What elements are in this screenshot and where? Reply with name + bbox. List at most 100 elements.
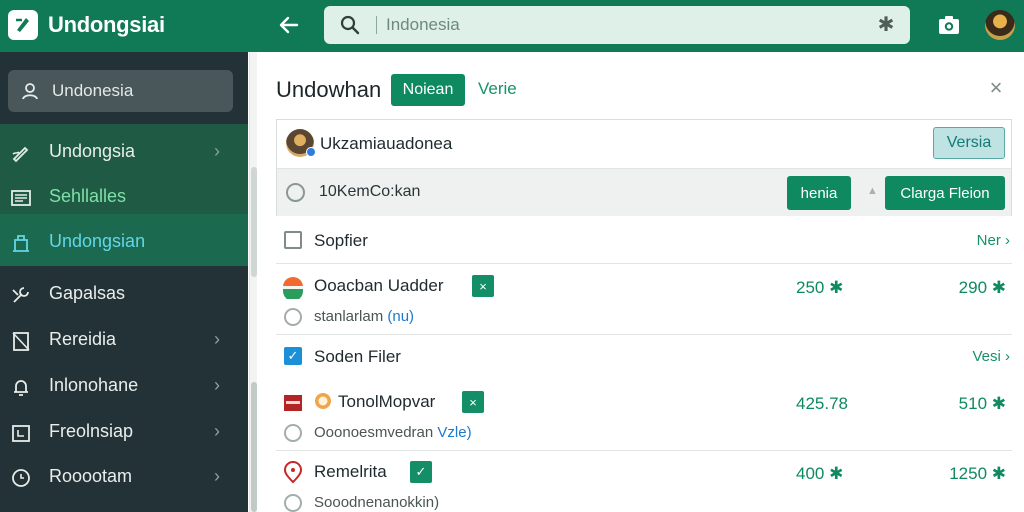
sidebar-item-label: Gapalsas <box>49 283 126 303</box>
section-label: Soden Filer <box>314 347 401 366</box>
item-tag[interactable]: × <box>472 275 494 297</box>
sidebar-item-rereidia[interactable]: Rereidia › <box>0 320 248 360</box>
item-subtitle: Ooonoesmvedran Vzle) <box>314 424 472 441</box>
chevron-up-icon: ▲ <box>867 185 878 197</box>
flag-icon <box>283 277 303 299</box>
app-title: Undongsiai <box>48 12 165 37</box>
sidebar-item-label: Sehllalles <box>49 186 127 206</box>
tab-noiean[interactable]: Noiean <box>391 74 465 106</box>
henia-button[interactable]: henia <box>787 176 851 210</box>
sidebar-item-rooootam[interactable]: Rooootam › <box>0 457 248 497</box>
item-tag[interactable]: ✓ <box>410 461 432 483</box>
sidebar-item-undongsian[interactable]: Undongsian <box>0 222 248 262</box>
versia-button[interactable]: Versia <box>933 127 1005 159</box>
sidebar-search[interactable]: Undonesia <box>8 70 233 112</box>
chevron-right-icon: › <box>214 375 220 395</box>
list-item[interactable]: Remelrita ✓ Sooodnenanokkin) 400 ✱ 1250 … <box>276 452 1012 512</box>
clock-icon <box>12 469 30 487</box>
item-tag[interactable]: × <box>462 391 484 413</box>
item-status-icon <box>284 424 302 442</box>
divider <box>276 450 1012 451</box>
sidebar-item-sehllalles[interactable]: Sehllalles <box>0 177 248 217</box>
section-more-link[interactable]: Ner › <box>977 232 1010 249</box>
chevron-right-icon: › <box>214 329 220 349</box>
list-icon <box>11 190 31 206</box>
item-status-icon <box>284 494 302 512</box>
section-checkbox[interactable] <box>284 231 302 249</box>
item-subtitle-highlight: (nu) <box>387 308 415 325</box>
item-value-primary: 425.78 <box>796 394 848 413</box>
user-name: Ukzamiauadonea <box>320 134 453 153</box>
item-subtitle: stanlarlam (nu) <box>314 308 414 325</box>
camera-icon <box>939 16 959 34</box>
sidebar-item-label: Rereidia <box>49 329 117 349</box>
search-separator <box>376 16 377 34</box>
sidebar-scrollbar[interactable] <box>249 52 257 512</box>
edit-icon <box>12 146 29 163</box>
item-status-icon <box>284 308 302 326</box>
brand[interactable]: Undongsiai <box>8 8 165 42</box>
sidebar-item-gapalsas[interactable]: Gapalsas <box>0 274 248 314</box>
item-subtitle-text: Sooodnenanokkin) <box>314 494 440 511</box>
card-option-row: 10KemCo:kan henia ▲ Clarga Fleion <box>277 168 1011 216</box>
item-subtitle-text: stanlarlam <box>314 308 388 325</box>
tab-verie[interactable]: Verie <box>478 79 517 99</box>
coin-icon <box>315 393 331 409</box>
chevron-right-icon: › <box>214 466 220 486</box>
app-logo-icon <box>8 10 38 40</box>
sidebar: Undonesia Undongsia › Sehllalles Undongs… <box>0 52 248 512</box>
section-sopfier[interactable]: Sopfier Ner › <box>276 219 1012 263</box>
inbox-icon <box>12 425 30 442</box>
user-avatar[interactable] <box>985 10 1015 40</box>
scrollbar-thumb[interactable] <box>251 382 257 512</box>
item-value-primary: 250 ✱ <box>796 278 844 297</box>
section-soden-filer[interactable]: ✓ Soden Filer Vesi › <box>276 335 1012 379</box>
item-value-secondary: 1250 ✱ <box>949 464 1006 483</box>
document-icon <box>12 332 30 351</box>
user-card: Ukzamiauadonea Versia 10KemCo:kan henia … <box>276 119 1012 216</box>
user-icon <box>22 83 38 100</box>
search-icon <box>340 15 360 35</box>
sidebar-item-inlonohane[interactable]: Inlonohane › <box>0 366 248 406</box>
search-bar[interactable]: ✱ <box>324 6 910 44</box>
arrow-left-icon <box>279 16 299 34</box>
section-more-link[interactable]: Vesi › <box>972 348 1010 365</box>
section-checkbox[interactable]: ✓ <box>284 347 302 365</box>
panel-title: Undowhan <box>276 77 382 102</box>
option-radio[interactable] <box>286 183 305 202</box>
tools-icon <box>12 287 29 303</box>
sidebar-search-label: Undonesia <box>52 81 134 100</box>
sidebar-item-freolnsiap[interactable]: Freolnsiap › <box>0 412 248 452</box>
change-filter-button[interactable]: Clarga Fleion <box>885 176 1005 210</box>
section-label: Sopfier <box>314 231 368 250</box>
camera-button[interactable] <box>937 13 961 37</box>
item-subtitle-highlight: Vzle) <box>437 424 472 441</box>
close-icon[interactable]: × <box>986 77 1006 99</box>
list-item[interactable]: Ooacban Uadder × stanlarlam (nu) 250 ✱ 2… <box>276 266 1012 334</box>
verified-badge-icon <box>306 147 316 157</box>
scrollbar-thumb[interactable] <box>251 167 257 277</box>
chevron-right-icon: › <box>214 141 220 161</box>
clear-search-icon[interactable]: ✱ <box>876 15 896 35</box>
item-title: Ooacban Uadder <box>314 276 444 295</box>
sidebar-item-label: Rooootam <box>49 466 133 486</box>
sidebar-item-undongsia[interactable]: Undongsia › <box>0 132 248 172</box>
sidebar-item-label: Undongsian <box>49 231 146 251</box>
divider <box>276 263 1012 264</box>
top-bar: Undongsiai ✱ <box>0 0 1024 52</box>
item-title: TonolMopvar <box>338 392 436 411</box>
sidebar-item-label: Freolnsiap <box>49 421 134 441</box>
item-value-primary: 400 ✱ <box>796 464 844 483</box>
search-input[interactable] <box>386 10 866 40</box>
item-title: Remelrita <box>314 462 387 481</box>
back-button[interactable] <box>272 9 306 41</box>
card-icon <box>284 395 302 411</box>
chevron-right-icon: › <box>214 421 220 441</box>
sidebar-item-label: Inlonohane <box>49 375 139 395</box>
building-icon <box>13 235 29 252</box>
item-subtitle-text: Ooonoesmvedran <box>314 424 438 441</box>
list-item[interactable]: TonolMopvar × Ooonoesmvedran Vzle) 425.7… <box>276 382 1012 450</box>
location-pin-icon <box>283 461 303 484</box>
item-value-secondary: 510 ✱ <box>958 394 1006 413</box>
sidebar-item-label: Undongsia <box>49 141 136 161</box>
